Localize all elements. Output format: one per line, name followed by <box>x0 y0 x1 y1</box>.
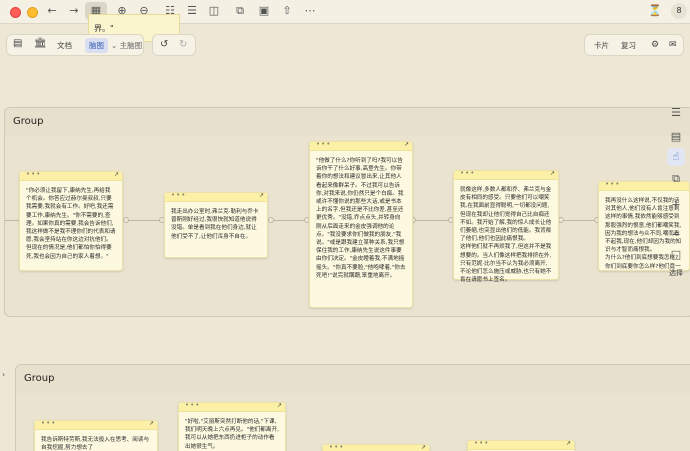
group-title[interactable]: Group <box>24 373 54 384</box>
card[interactable]: ••• ↗ 我走出办公室时,弗兰克·勒利与乔卡普斯刚好经过,我很快就知道他说得没错… <box>164 191 268 258</box>
card-text: "你必须让我留下,康纳先生,再给我个机会。你答应过赫尔曼叔叔,只要我需要,我就会… <box>26 188 116 260</box>
card[interactable]: ••• ↗ "他做了什么?你听到了吗?我可以告诉你干了什么好事,高登先生。你带着你… <box>309 140 413 308</box>
expand-arrow-icon[interactable]: ↗ <box>114 171 119 178</box>
undo-icon[interactable]: ↺ <box>160 37 168 52</box>
drag-handle-icon[interactable]: ••• <box>316 140 331 148</box>
pointer-icon[interactable]: ☝ <box>667 148 685 166</box>
group-title[interactable]: Group <box>13 116 43 127</box>
chat-icon[interactable]: ✉ <box>669 38 677 53</box>
theme-label: 主脑图 <box>119 41 143 50</box>
card-text: "好啦,"艾丽斯突然打断他的话,"下课,我们明天晚上六点再见。"他们都离开,我可… <box>185 419 279 450</box>
card-header: ••• ↗ <box>20 170 122 181</box>
card-header: ••• ↗ <box>179 401 285 412</box>
drag-handle-icon[interactable]: ••• <box>460 169 475 177</box>
expand-arrow-icon[interactable]: ↗ <box>566 440 571 447</box>
connector-node[interactable] <box>268 217 274 223</box>
doc-tab[interactable]: 文档 <box>57 38 72 53</box>
forward-icon[interactable]: → <box>64 2 84 20</box>
card-header: ••• ↗ <box>35 419 157 430</box>
drag-handle-icon[interactable]: ••• <box>26 170 41 178</box>
expand-arrow-icon[interactable]: ↗ <box>149 420 154 427</box>
screenshot-icon[interactable]: ▣ <box>254 2 274 20</box>
ruler-icon[interactable]: ▤ <box>667 128 685 146</box>
reminder-icon[interactable]: ⏳ <box>645 2 665 20</box>
card-header: ••• ↗ <box>454 169 558 180</box>
expand-arrow-icon[interactable]: ↗ <box>421 444 426 451</box>
back-icon[interactable]: ← <box>42 2 62 20</box>
notification-badge[interactable]: 8 <box>671 3 687 19</box>
outline-icon[interactable]: ◫ <box>204 2 224 20</box>
drag-handle-icon[interactable]: ••• <box>41 419 56 427</box>
card-text: 我走出办公室时,弗兰克·勒利与乔卡普斯刚好经过,我很快就知道他说得没错。单是看到… <box>171 209 259 240</box>
card-header: ••• ↗ <box>310 140 412 151</box>
zoom-in-icon[interactable]: + <box>667 196 685 214</box>
mindmap-tab[interactable]: 脑图 <box>85 38 108 53</box>
view-toolbar: ▤ 🏛 文档 脑图 ⌄ 主脑图 ↺ ↻ 卡片 复习 ⚙ ✉ <box>2 31 688 59</box>
cards-icon[interactable]: ⧉ <box>667 170 685 188</box>
card-header: ••• ↗ <box>323 443 429 451</box>
drag-handle-icon[interactable]: ••• <box>329 443 344 451</box>
drag-handle-icon[interactable]: ••• <box>474 439 489 447</box>
card-text: "他做了什么?你听到了吗?我可以告诉你干了什么好事,高登先生。你带着你的想法和建… <box>316 158 406 279</box>
close-window-button[interactable] <box>10 7 21 18</box>
card[interactable]: ••• ↗ <box>467 439 575 451</box>
connector-node[interactable] <box>123 217 129 223</box>
expand-arrow-icon[interactable]: ↗ <box>277 402 282 409</box>
settings-icon[interactable]: ⚙ <box>651 38 659 53</box>
zoom-out-icon[interactable]: − <box>667 226 685 244</box>
sidebar-toggle-icon[interactable]: ▤ <box>13 36 22 51</box>
minimize-window-button[interactable] <box>27 7 38 18</box>
card[interactable]: ••• ↗ "你必须让我留下,康纳先生,再给我个机会。你答应过赫尔曼叔叔,只要我需… <box>19 170 123 271</box>
review-button[interactable]: 复习 <box>621 38 636 53</box>
drag-handle-icon[interactable]: ••• <box>605 182 620 188</box>
fit-icon[interactable]: □ <box>667 246 685 264</box>
card-header: ••• ↗ <box>165 191 267 202</box>
card[interactable]: ••• ↗ 我告诉斯特劳斯,我无法投入在思考、阅读与自我挖掘,努力想去了 <box>34 419 158 451</box>
group-header <box>5 108 690 136</box>
right-sidebar-rail: ☰ ▤ ☝ ⧉ + − □ 选择 <box>664 96 690 286</box>
card-text: 就像这样,多数人都和乔、弗兰克与金皮有相同的感受。只要他们可以嘲笑我,在我面前显… <box>460 187 552 284</box>
view-switcher: ▤ 🏛 文档 脑图 ⌄ 主脑图 <box>6 34 144 56</box>
card-button[interactable]: 卡片 <box>594 38 609 53</box>
drag-handle-icon[interactable]: ••• <box>185 401 200 409</box>
card[interactable]: ••• ↗ <box>322 443 430 451</box>
text-view-icon[interactable]: ☰ <box>182 2 202 20</box>
chevron-right-icon[interactable]: › <box>2 370 5 379</box>
mode-buttons: 卡片 复习 ⚙ ✉ <box>584 34 684 56</box>
library-icon[interactable]: 🏛 <box>34 36 47 51</box>
group-header <box>16 365 690 393</box>
card-text: 我告诉斯特劳斯,我无法投入在思考、阅读与自我挖掘,努力想去了 <box>41 437 150 451</box>
expand-arrow-icon[interactable]: ↗ <box>404 141 409 148</box>
card[interactable]: ••• ↗ 就像这样,多数人都和乔、弗兰克与金皮有相同的感受。只要他们可以嘲笑我,… <box>453 169 559 283</box>
select-label[interactable]: 选择 <box>664 268 688 278</box>
expand-arrow-icon[interactable]: ↗ <box>259 192 264 199</box>
theme-dropdown[interactable]: ⌄ 主脑图 <box>111 38 142 53</box>
card-header: ••• ↗ <box>468 439 574 450</box>
redo-icon[interactable]: ↻ <box>179 37 187 52</box>
drag-handle-icon[interactable]: ••• <box>171 191 186 199</box>
copy-icon[interactable]: ⧉ <box>230 2 250 20</box>
card[interactable]: ••• ↗ "好啦,"艾丽斯突然打断他的话,"下课,我们明天晚上六点再见。"他们都… <box>178 401 286 451</box>
history-buttons: ↺ ↻ <box>152 34 196 56</box>
more-icon[interactable]: ⋯ <box>300 2 320 20</box>
expand-arrow-icon[interactable]: ↗ <box>550 170 555 177</box>
share-icon[interactable]: ⇧ <box>277 2 297 20</box>
list-icon[interactable]: ☰ <box>667 104 685 122</box>
